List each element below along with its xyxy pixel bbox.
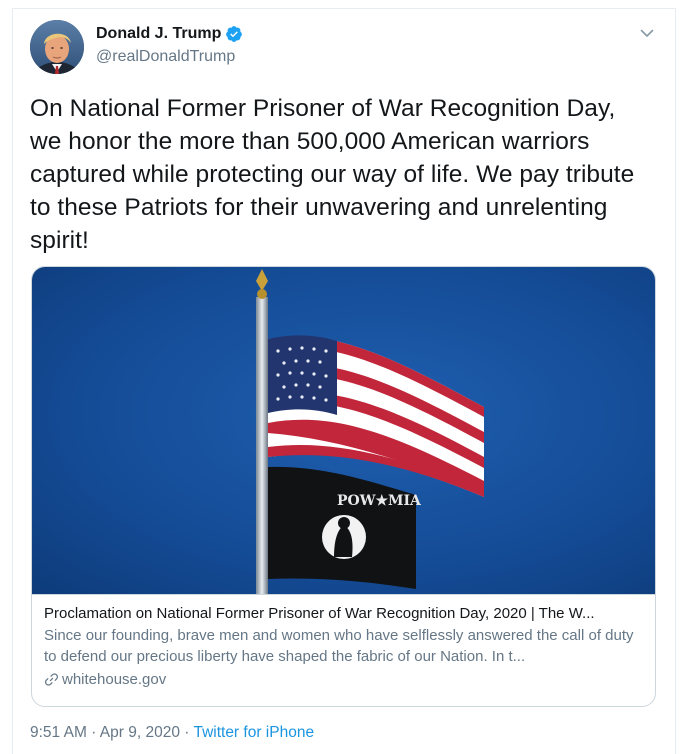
author-handle[interactable]: @realDonaldTrump (96, 48, 235, 66)
tweet-source-link[interactable]: Twitter for iPhone (193, 724, 314, 741)
tweet-time[interactable]: 9:51 AM (30, 724, 87, 741)
pow-mia-flag-text: POW★MIA (337, 493, 422, 509)
link-card-body: Proclamation on National Former Prisoner… (32, 594, 655, 706)
avatar[interactable] (30, 20, 84, 74)
link-card[interactable]: POW★MIA Proclamation on National Former … (31, 266, 656, 707)
link-card-title: Proclamation on National Former Prisoner… (44, 605, 595, 622)
meta-separator: · (86, 724, 100, 741)
verified-badge-icon (225, 25, 243, 43)
author-display-name[interactable]: Donald J. Trump (96, 25, 221, 43)
tweet-meta: 9:51 AM · Apr 9, 2020 · Twitter for iPho… (30, 724, 314, 742)
link-card-domain-row: whitehouse.gov (44, 669, 645, 690)
flags-photo: POW★MIA (32, 267, 655, 594)
author-name-row[interactable]: Donald J. Trump (96, 25, 243, 43)
tweet-date[interactable]: Apr 9, 2020 (100, 724, 180, 741)
tweet-text: On National Former Prisoner of War Recog… (30, 95, 635, 254)
link-icon (44, 673, 59, 686)
link-card-description: Since our founding, brave men and women … (44, 627, 634, 665)
chevron-down-icon[interactable] (638, 24, 656, 42)
meta-separator: · (179, 724, 194, 741)
profile-avatar-image (30, 20, 84, 74)
link-card-domain: whitehouse.gov (62, 671, 167, 688)
